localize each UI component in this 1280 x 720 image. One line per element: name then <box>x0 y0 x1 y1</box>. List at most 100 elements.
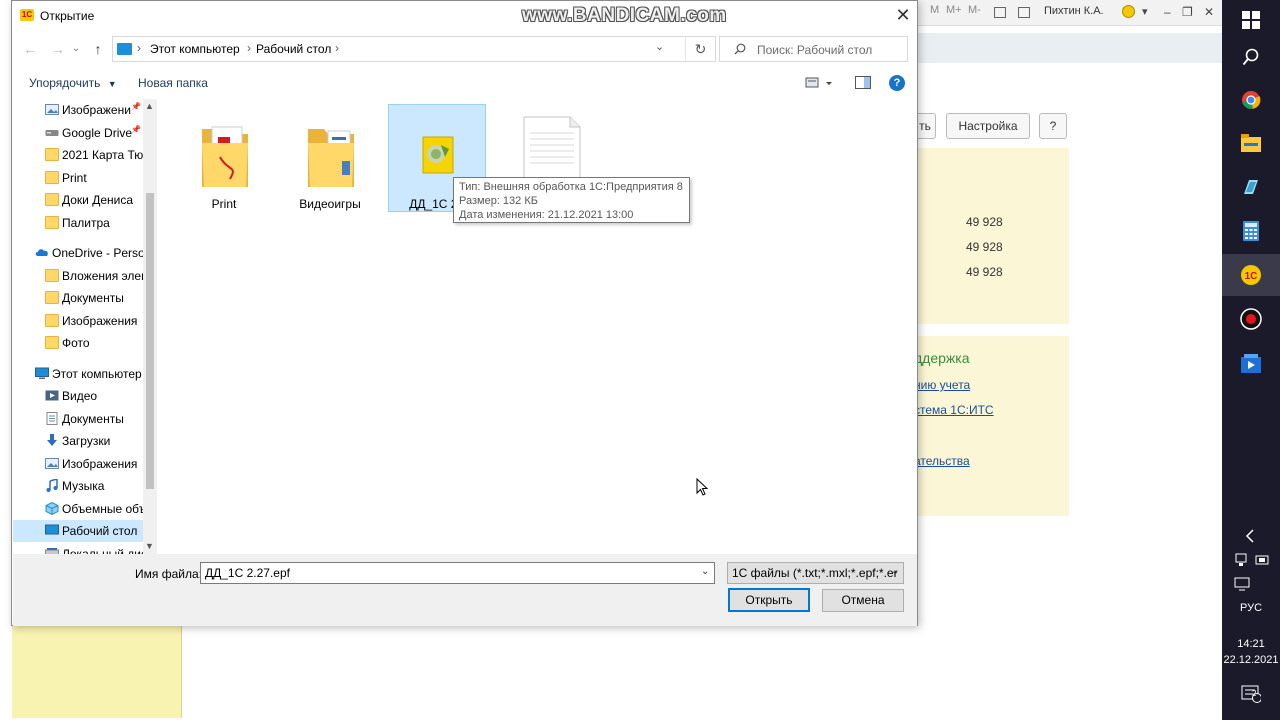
nav-scrollbar[interactable]: ▲ ▼ <box>143 99 157 554</box>
close-button[interactable]: ✕ <box>892 5 914 27</box>
preview-pane-button[interactable] <box>855 76 871 90</box>
nav-item[interactable]: Документы <box>13 287 145 309</box>
nav-item[interactable]: Палитра <box>13 212 145 234</box>
chrome-icon[interactable] <box>1239 88 1263 112</box>
address-dropdown-button[interactable]: ⌄ <box>655 40 664 53</box>
search-box[interactable]: Поиск: Рабочий стол <box>719 36 908 62</box>
back-button[interactable]: ← <box>20 39 40 59</box>
bg-settings-button[interactable]: Настройка <box>946 113 1030 139</box>
bg-mplus-button[interactable]: M+ <box>946 4 962 21</box>
bg-settings-label: Настройка <box>958 119 1018 133</box>
calculator-icon[interactable] <box>1239 219 1263 243</box>
chevron-right-icon[interactable]: › <box>335 41 339 55</box>
nav-item-label: Google Drive <box>62 125 133 140</box>
nav-item[interactable]: Этот компьютер <box>13 363 145 385</box>
chevron-right-icon[interactable]: › <box>137 41 141 55</box>
nav-item[interactable]: Изображения <box>13 453 145 475</box>
nav-item[interactable]: Документы <box>13 408 145 430</box>
recent-locations-button[interactable]: ⌄ <box>70 39 82 59</box>
bg-m-button[interactable]: M <box>930 4 939 21</box>
bg-user-name[interactable]: Пихтин К.А. <box>1044 5 1104 17</box>
nav-item[interactable]: Рабочий стол <box>13 520 145 542</box>
windows-start-icon[interactable] <box>1239 8 1263 32</box>
nav-item[interactable]: Локальный дис <box>13 543 145 554</box>
address-bar[interactable]: › Этот компьютер › Рабочий стол › ⌄ ↻ <box>112 36 716 62</box>
nav-item[interactable]: Изображени 📌 <box>13 99 145 121</box>
breadcrumb-this-pc[interactable]: Этот компьютер <box>150 42 240 56</box>
nav-item[interactable]: Изображения <box>13 310 145 332</box>
disk-icon <box>45 547 59 554</box>
1c-processing-file-icon <box>422 136 454 174</box>
bg-menu-icon[interactable]: ▾ <box>1142 5 1148 22</box>
chevron-down-icon[interactable]: ⌄ <box>891 566 899 577</box>
chevron-right-icon[interactable]: › <box>247 41 251 55</box>
refresh-icon: ↻ <box>694 41 707 57</box>
nav-item[interactable]: Загрузки <box>13 430 145 452</box>
nav-item[interactable]: Google Drive 📌 <box>13 122 145 144</box>
bg-link[interactable]: нию учета <box>914 378 970 392</box>
bg-mminus-button[interactable]: M- <box>968 4 981 21</box>
1c-icon[interactable]: 1С <box>1239 263 1263 287</box>
nav-item[interactable]: Объемные объ <box>13 498 145 520</box>
clock-date[interactable]: 22.12.2021 <box>1222 654 1280 666</box>
nav-item[interactable]: Фото <box>13 332 145 354</box>
scroll-up-icon[interactable]: ▲ <box>145 101 154 111</box>
folder-icon <box>45 148 59 161</box>
nav-item[interactable]: Вложения элект <box>13 265 145 287</box>
filename-input[interactable] <box>200 562 715 584</box>
bg-split-icon[interactable] <box>1018 7 1030 18</box>
bg-close-icon[interactable]: ✕ <box>1204 5 1214 19</box>
view-options-button[interactable] <box>805 76 835 92</box>
file-type-select[interactable]: 1С файлы (*.txt;*.mxl;*.epf;*.er <box>727 562 904 584</box>
help-button[interactable]: ? <box>889 75 905 91</box>
nav-scroll-thumb[interactable] <box>146 193 154 489</box>
tooltip-date: Дата изменения: 21.12.2021 13:00 <box>459 209 634 221</box>
video-app-icon[interactable] <box>1239 352 1263 376</box>
file-item-folder[interactable]: Print <box>176 105 272 211</box>
chevron-left-icon[interactable] <box>1239 524 1263 548</box>
file-item-folder[interactable]: Видеоигры <box>282 105 378 211</box>
new-folder-button[interactable]: Новая папка <box>138 76 208 90</box>
nav-item-label: Изображения <box>62 456 138 471</box>
nav-item-label: Музыка <box>62 479 105 493</box>
app-icon[interactable] <box>1239 175 1263 199</box>
open-button[interactable]: Открыть <box>728 588 810 612</box>
nav-item[interactable]: Print <box>13 167 145 189</box>
windows-taskbar: 1С РУС 14:21 22.12.2021 2 <box>1222 0 1280 720</box>
bg-link[interactable]: ательства <box>914 454 970 468</box>
nav-item[interactable]: Музыка <box>13 475 145 497</box>
nav-item[interactable]: 2021 Карта Тюм <box>13 144 145 166</box>
bg-help-button[interactable]: ? <box>1039 113 1067 139</box>
search-icon[interactable] <box>1239 45 1263 69</box>
nav-item[interactable]: Доки Дениса <box>13 189 145 211</box>
clock-time[interactable]: 14:21 <box>1222 638 1280 650</box>
bg-window-icon[interactable] <box>994 7 1006 18</box>
refresh-button[interactable]: ↻ <box>685 37 715 61</box>
organize-button[interactable]: Упорядочить ▼ <box>29 76 117 90</box>
navigation-pane: Изображени 📌 Google Drive 📌 2021 Карта Тюм Pr… <box>13 99 157 554</box>
monitor-icon[interactable] <box>1230 572 1254 596</box>
nav-item[interactable]: Видео <box>13 385 145 407</box>
chevron-down-icon[interactable]: ⌄ <box>701 566 709 577</box>
forward-button[interactable]: → <box>48 39 68 59</box>
nav-item-label: Объемные объ <box>62 501 145 516</box>
notification-icon[interactable]: 2 <box>1239 682 1263 706</box>
record-icon[interactable] <box>1239 307 1263 331</box>
dialog-title: Открытие <box>40 9 95 23</box>
nav-item[interactable]: OneDrive - Persor <box>13 242 145 264</box>
bg-info-icon[interactable] <box>1122 5 1135 18</box>
scroll-down-icon[interactable]: ▼ <box>145 541 154 551</box>
language-indicator[interactable]: РУС <box>1222 602 1280 614</box>
bg-title-bar: M M+ M- Пихтин К.А. ▾ – ❐ ✕ <box>910 0 1222 26</box>
usb-icon[interactable] <box>1250 548 1274 572</box>
pictures-icon <box>45 104 59 115</box>
bg-restore-icon[interactable]: ❐ <box>1182 5 1193 19</box>
arrow-left-icon: ← <box>23 41 37 57</box>
bg-minimize-icon[interactable]: – <box>1164 5 1171 19</box>
breadcrumb-desktop[interactable]: Рабочий стол <box>256 42 331 56</box>
folder-icon <box>202 126 248 187</box>
cancel-button[interactable]: Отмена <box>822 589 904 612</box>
up-button[interactable]: ↑ <box>88 39 108 59</box>
file-explorer-icon[interactable] <box>1239 131 1263 155</box>
bg-link[interactable]: стема 1С:ИТС <box>914 403 994 417</box>
